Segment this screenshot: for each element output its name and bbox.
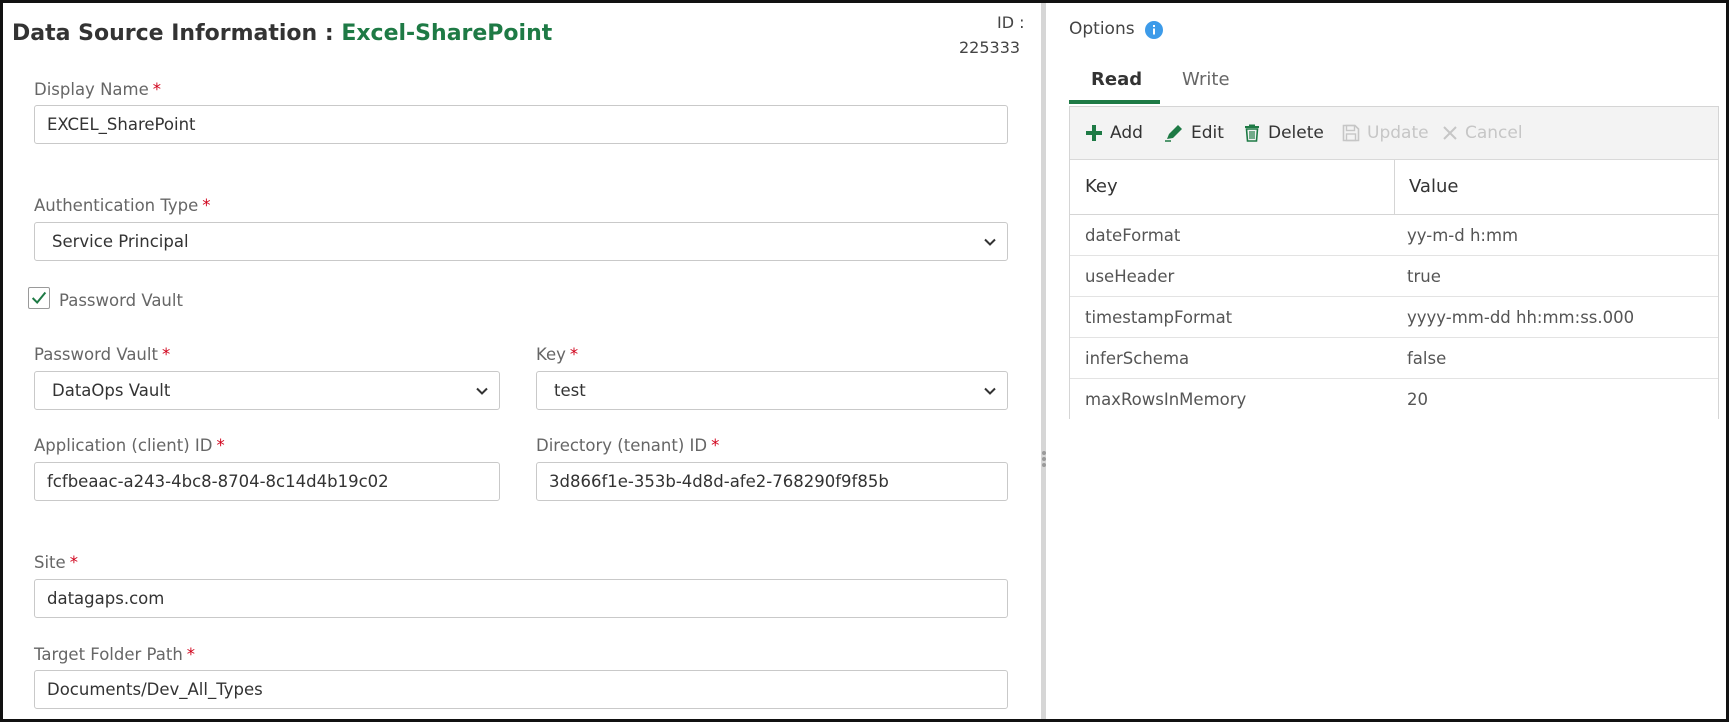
plus-icon	[1086, 125, 1102, 141]
required-mark: *	[186, 645, 196, 664]
info-icon[interactable]	[1144, 20, 1164, 40]
password-vault-checkbox[interactable]	[28, 287, 50, 309]
chevron-down-icon	[984, 238, 996, 246]
required-mark: *	[161, 345, 171, 364]
tenant-id-label-text: Directory (tenant) ID	[536, 436, 708, 455]
pencil-icon	[1165, 125, 1182, 142]
options-grid: Add Edit Delete Update Cancel Key Value …	[1069, 106, 1719, 420]
delete-button[interactable]: Delete	[1243, 121, 1324, 145]
authentication-type-value: Service Principal	[52, 232, 189, 251]
table-row[interactable]: useHeader true	[1070, 256, 1718, 297]
add-button-label: Add	[1110, 123, 1143, 143]
required-mark: *	[569, 345, 579, 364]
key-select[interactable]: test	[536, 371, 1008, 410]
id-label: ID :	[997, 13, 1025, 32]
authentication-type-label-text: Authentication Type	[34, 196, 199, 215]
key-value: test	[554, 381, 586, 400]
table-row[interactable]: timestampFormat yyyy-mm-dd hh:mm:ss.000	[1070, 297, 1718, 338]
site-input[interactable]: datagaps.com	[34, 579, 1008, 618]
column-header-value[interactable]: Value	[1409, 176, 1458, 197]
data-source-type: Excel-SharePoint	[341, 21, 553, 46]
edit-button-label: Edit	[1191, 123, 1224, 143]
target-folder-path-label-text: Target Folder Path	[34, 645, 183, 664]
page-title-prefix: Data Source Information :	[12, 21, 342, 46]
display-name-label-text: Display Name	[34, 80, 149, 99]
chevron-down-icon	[476, 387, 488, 395]
authentication-type-label: Authentication Type *	[34, 196, 211, 215]
table-row[interactable]: dateFormat yy-m-d h:mm	[1070, 215, 1718, 256]
row-key: dateFormat	[1085, 226, 1181, 245]
trash-icon	[1245, 124, 1259, 142]
client-id-label: Application (client) ID *	[34, 436, 225, 455]
target-folder-path-label: Target Folder Path *	[34, 645, 195, 664]
row-value: yy-m-d h:mm	[1407, 226, 1519, 245]
options-tabs: Read Write	[1069, 63, 1719, 106]
required-mark: *	[202, 196, 211, 215]
site-label-text: Site	[34, 553, 66, 572]
display-name-label: Display Name *	[34, 80, 161, 99]
table-row[interactable]: maxRowsInMemory 20	[1070, 379, 1718, 420]
row-key: timestampFormat	[1085, 308, 1233, 327]
row-key: inferSchema	[1085, 349, 1190, 368]
display-name-input[interactable]: EXCEL_SharePoint	[34, 105, 1008, 144]
client-id-input[interactable]: fcfbeaac-a243-4bc8-8704-8c14d4b19c02	[34, 462, 500, 501]
update-button-label: Update	[1367, 123, 1429, 143]
options-title: Options	[1069, 19, 1135, 39]
password-vault-checkbox-label: Password Vault	[59, 291, 183, 310]
key-label-text: Key	[536, 345, 566, 364]
column-divider[interactable]	[1394, 160, 1395, 215]
window-frame: Data Source Information : Excel-SharePoi…	[0, 0, 1729, 722]
data-source-form-panel: Data Source Information : Excel-SharePoi…	[3, 3, 1040, 719]
target-folder-path-input[interactable]: Documents/Dev_All_Types	[34, 670, 1008, 709]
tab-read[interactable]: Read	[1091, 69, 1142, 90]
id-value: 225333	[959, 38, 1021, 57]
grid-header: Key Value	[1070, 160, 1718, 215]
required-mark: *	[216, 436, 225, 455]
required-mark: *	[69, 553, 78, 572]
page-title: Data Source Information : Excel-SharePoi…	[12, 21, 552, 46]
close-icon	[1443, 126, 1457, 140]
row-key: useHeader	[1085, 267, 1175, 286]
chevron-down-icon	[984, 387, 996, 395]
grid-toolbar: Add Edit Delete Update Cancel	[1070, 107, 1718, 160]
add-button[interactable]: Add	[1085, 121, 1143, 145]
edit-button[interactable]: Edit	[1164, 121, 1224, 145]
options-panel: Options Read Write Add Edit Delete Updat…	[1046, 3, 1726, 719]
delete-button-label: Delete	[1268, 123, 1324, 143]
authentication-type-select[interactable]: Service Principal	[34, 222, 1008, 261]
row-value: yyyy-mm-dd hh:mm:ss.000	[1407, 308, 1635, 327]
tenant-id-input[interactable]: 3d866f1e-353b-4d8d-afe2-768290f9f85b	[536, 462, 1008, 501]
active-tab-indicator	[1069, 100, 1160, 104]
password-vault-label: Password Vault *	[34, 345, 170, 364]
password-vault-value: DataOps Vault	[52, 381, 171, 400]
row-value: 20	[1407, 390, 1428, 409]
row-value: false	[1407, 349, 1447, 368]
password-vault-select[interactable]: DataOps Vault	[34, 371, 500, 410]
save-icon	[1342, 124, 1360, 142]
update-button[interactable]: Update	[1342, 121, 1429, 145]
client-id-label-text: Application (client) ID	[34, 436, 213, 455]
checkmark-icon	[31, 291, 47, 305]
tab-write[interactable]: Write	[1182, 69, 1230, 90]
tenant-id-label: Directory (tenant) ID *	[536, 436, 719, 455]
cancel-button[interactable]: Cancel	[1442, 121, 1523, 145]
site-label: Site *	[34, 553, 78, 572]
required-mark: *	[152, 80, 161, 99]
key-label: Key *	[536, 345, 578, 364]
required-mark: *	[711, 436, 720, 455]
password-vault-label-text: Password Vault	[34, 345, 158, 364]
table-row[interactable]: inferSchema false	[1070, 338, 1718, 379]
row-value: true	[1407, 267, 1441, 286]
column-header-key[interactable]: Key	[1085, 176, 1118, 197]
cancel-button-label: Cancel	[1465, 123, 1523, 143]
row-key: maxRowsInMemory	[1085, 390, 1247, 409]
